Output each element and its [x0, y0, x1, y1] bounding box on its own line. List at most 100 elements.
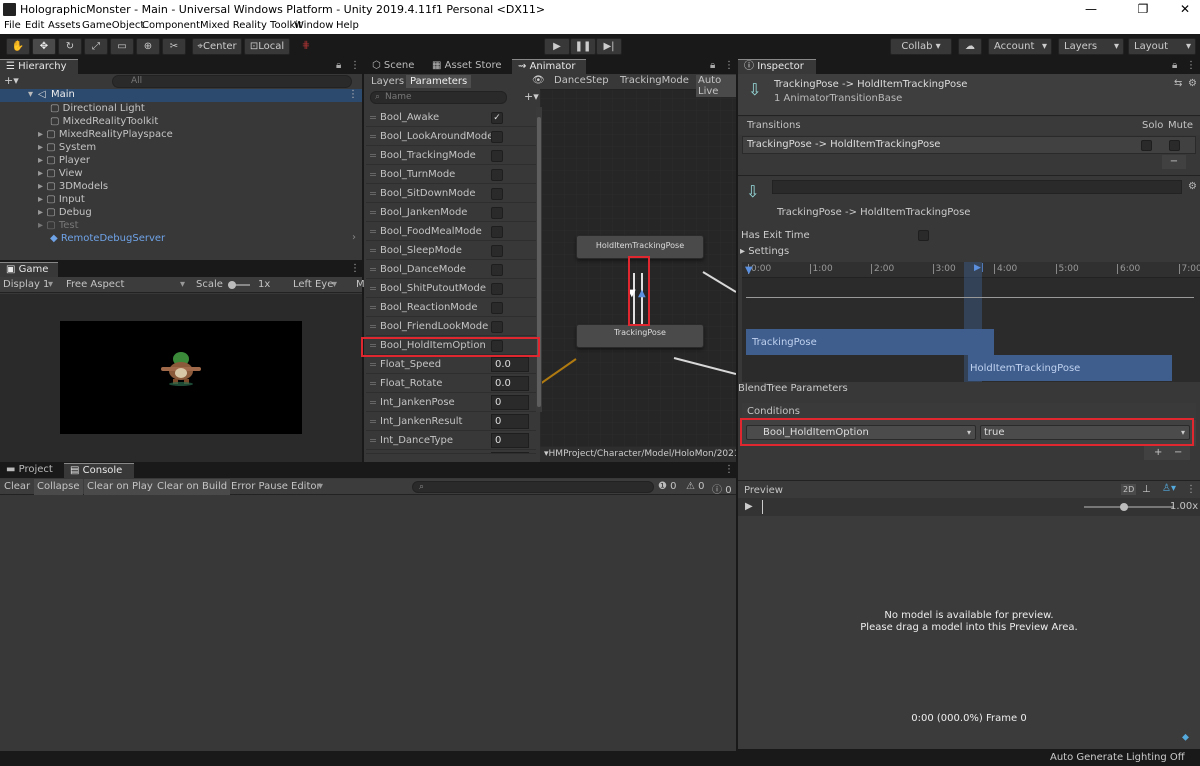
transition-name-input[interactable] — [772, 180, 1182, 194]
hierarchy-item[interactable]: ▸ ▢ View — [38, 167, 83, 180]
transition-start-handle-icon[interactable]: ▶| — [974, 263, 984, 273]
drag-handle-icon[interactable] — [370, 154, 376, 155]
maximize-button[interactable]: ❐ — [1128, 2, 1158, 16]
console-clear-button[interactable]: Clear — [0, 479, 34, 495]
parameter-row[interactable]: Float_Speed 0.0 — [366, 355, 536, 374]
clear-on-play-button[interactable]: Clear on Play — [84, 479, 156, 495]
hierarchy-item[interactable]: ▢ MixedRealityToolkit — [50, 115, 158, 128]
parameter-row[interactable]: Bool_SitDownMode — [366, 184, 536, 203]
clip-from-bar[interactable]: TrackingPose — [746, 329, 994, 355]
aspect-dropdown[interactable]: Free Aspect — [66, 279, 124, 290]
breadcrumb-trackingmode[interactable]: TrackingMode — [618, 75, 691, 86]
add-parameter-button[interactable]: +▾ — [524, 90, 539, 103]
tab-asset-store[interactable]: ▦ Asset Store — [426, 59, 510, 74]
menu-window[interactable]: Window — [294, 20, 333, 31]
drag-handle-icon[interactable] — [370, 287, 376, 288]
parameter-checkbox[interactable] — [491, 207, 503, 219]
kebab-menu-icon[interactable]: ⋮ — [724, 464, 734, 475]
chevron-right-icon[interactable]: › — [352, 232, 356, 243]
hierarchy-item[interactable]: ▸ ▢ MixedRealityPlayspace — [38, 128, 173, 141]
pivot-center-button[interactable]: ⌖Center — [192, 38, 242, 55]
tab-scene[interactable]: ⬡ Scene — [366, 59, 422, 74]
play-preview-icon[interactable]: ▶ — [745, 501, 753, 512]
tab-animator[interactable]: ⇝ Animator — [512, 59, 586, 74]
drag-handle-icon[interactable] — [370, 420, 376, 421]
tab-project[interactable]: ▬ Project — [0, 463, 62, 478]
settings-foldout[interactable]: ▸ Settings — [740, 246, 789, 257]
parameter-row[interactable]: Bool_TurnMode — [366, 165, 536, 184]
drag-handle-icon[interactable] — [370, 401, 376, 402]
kebab-menu-icon[interactable]: ⋮ — [350, 263, 360, 274]
scene-menu-icon[interactable]: ⋮ — [348, 89, 358, 100]
timeline-start-marker-icon[interactable]: ▼ — [745, 265, 753, 276]
pause-button[interactable]: ❚❚ — [570, 38, 596, 55]
parameter-checkbox[interactable] — [491, 150, 503, 162]
kebab-menu-icon[interactable]: ⋮ — [1186, 484, 1196, 495]
remove-transition-button[interactable]: − — [1162, 155, 1186, 169]
hand-tool-icon[interactable]: ✋ — [6, 38, 30, 55]
remove-condition-button[interactable]: − — [1174, 446, 1182, 460]
preview-scrubber[interactable] — [762, 500, 763, 514]
parameter-search-input[interactable]: ⌕ Name — [370, 91, 507, 104]
preview-2d-toggle[interactable]: 2D — [1121, 484, 1137, 495]
pivot-local-button[interactable]: ⊡Local — [244, 38, 290, 55]
console-log-area[interactable] — [0, 496, 736, 766]
parameter-checkbox[interactable] — [491, 283, 503, 295]
parameter-value-field[interactable]: 0 — [491, 452, 529, 453]
step-button[interactable]: ▶| — [596, 38, 622, 55]
minimize-button[interactable]: — — [1076, 2, 1106, 16]
parameter-row[interactable]: Bool_ReactionMode — [366, 298, 536, 317]
parameter-value-field[interactable]: 0 — [491, 414, 529, 429]
hierarchy-search-input[interactable]: All — [112, 75, 352, 88]
layers-dropdown[interactable]: Layers ▾ — [1058, 38, 1124, 55]
hierarchy-item[interactable]: ▸ ▢ 3DModels — [38, 180, 108, 193]
menu-help[interactable]: Help — [336, 20, 359, 31]
eye-dropdown[interactable]: Left Eye — [293, 279, 333, 290]
parameter-row[interactable]: Bool_FoodMealMode — [366, 222, 536, 241]
layout-dropdown[interactable]: Layout ▾ — [1128, 38, 1196, 55]
scale-tool-icon[interactable]: ⤢ — [84, 38, 108, 55]
parameter-checkbox[interactable] — [491, 302, 503, 314]
parameter-checkbox[interactable]: ✓ — [491, 112, 503, 124]
drag-handle-icon[interactable] — [370, 249, 376, 250]
tab-game[interactable]: ▣ Game — [0, 262, 58, 277]
preview-speed-slider[interactable] — [1084, 503, 1174, 511]
parameter-row[interactable]: Bool_LookAroundMode — [366, 127, 536, 146]
drag-handle-icon[interactable] — [370, 325, 376, 326]
kebab-menu-icon[interactable]: ⋮ — [1186, 60, 1196, 71]
parameter-checkbox[interactable] — [491, 264, 503, 276]
gear-icon[interactable]: ⚙ — [1188, 78, 1197, 89]
parameter-row[interactable]: Float_Rotate 0.0 — [366, 374, 536, 393]
parameter-row[interactable]: Bool_Awake ✓ — [366, 108, 536, 127]
parameter-scrollbar[interactable] — [536, 107, 542, 412]
parameter-row[interactable]: Bool_FriendLookMode — [366, 317, 536, 336]
grid-snap-icon[interactable]: ⋕ — [296, 38, 316, 55]
drag-handle-icon[interactable] — [370, 382, 376, 383]
tag-icon[interactable]: ⬥ — [1182, 732, 1189, 743]
breadcrumb-dancestep[interactable]: DanceStep — [550, 75, 613, 86]
play-button[interactable]: ▶ — [544, 38, 570, 55]
kebab-menu-icon[interactable]: ⋮ — [724, 60, 734, 71]
mute-checkbox[interactable] — [1169, 140, 1180, 151]
warning-count-toggle[interactable]: ⚠ 0 — [686, 481, 705, 492]
menu-component[interactable]: Component — [142, 20, 200, 31]
menu-gameobject[interactable]: GameObject — [82, 20, 144, 31]
clear-on-build-button[interactable]: Clear on Build — [154, 479, 231, 495]
collab-button[interactable]: Collab ▾ — [890, 38, 952, 55]
parameter-checkbox[interactable] — [491, 188, 503, 200]
menu-edit[interactable]: Edit — [25, 20, 44, 31]
hierarchy-item[interactable]: ▸ ▢ System — [38, 141, 96, 154]
parameter-value-field[interactable]: 0.0 — [491, 376, 529, 391]
drag-handle-icon[interactable] — [370, 306, 376, 307]
drag-handle-icon[interactable] — [370, 116, 376, 117]
hierarchy-item[interactable]: ▸ ▢ Debug — [38, 206, 92, 219]
tab-console[interactable]: ▤ Console — [64, 463, 134, 478]
console-collapse-button[interactable]: Collapse — [34, 479, 83, 495]
avatar-icon[interactable]: ♙▾ — [1162, 483, 1176, 494]
drag-handle-icon[interactable] — [370, 135, 376, 136]
clip-to-bar[interactable]: HoldItemTrackingPose — [968, 355, 1172, 381]
parameter-row[interactable]: Int_ReactionPose 0 — [366, 450, 536, 454]
drag-handle-icon[interactable] — [370, 173, 376, 174]
close-button[interactable]: ✕ — [1170, 2, 1200, 16]
log-count-toggle[interactable]: ⓘ 0 — [712, 481, 732, 496]
